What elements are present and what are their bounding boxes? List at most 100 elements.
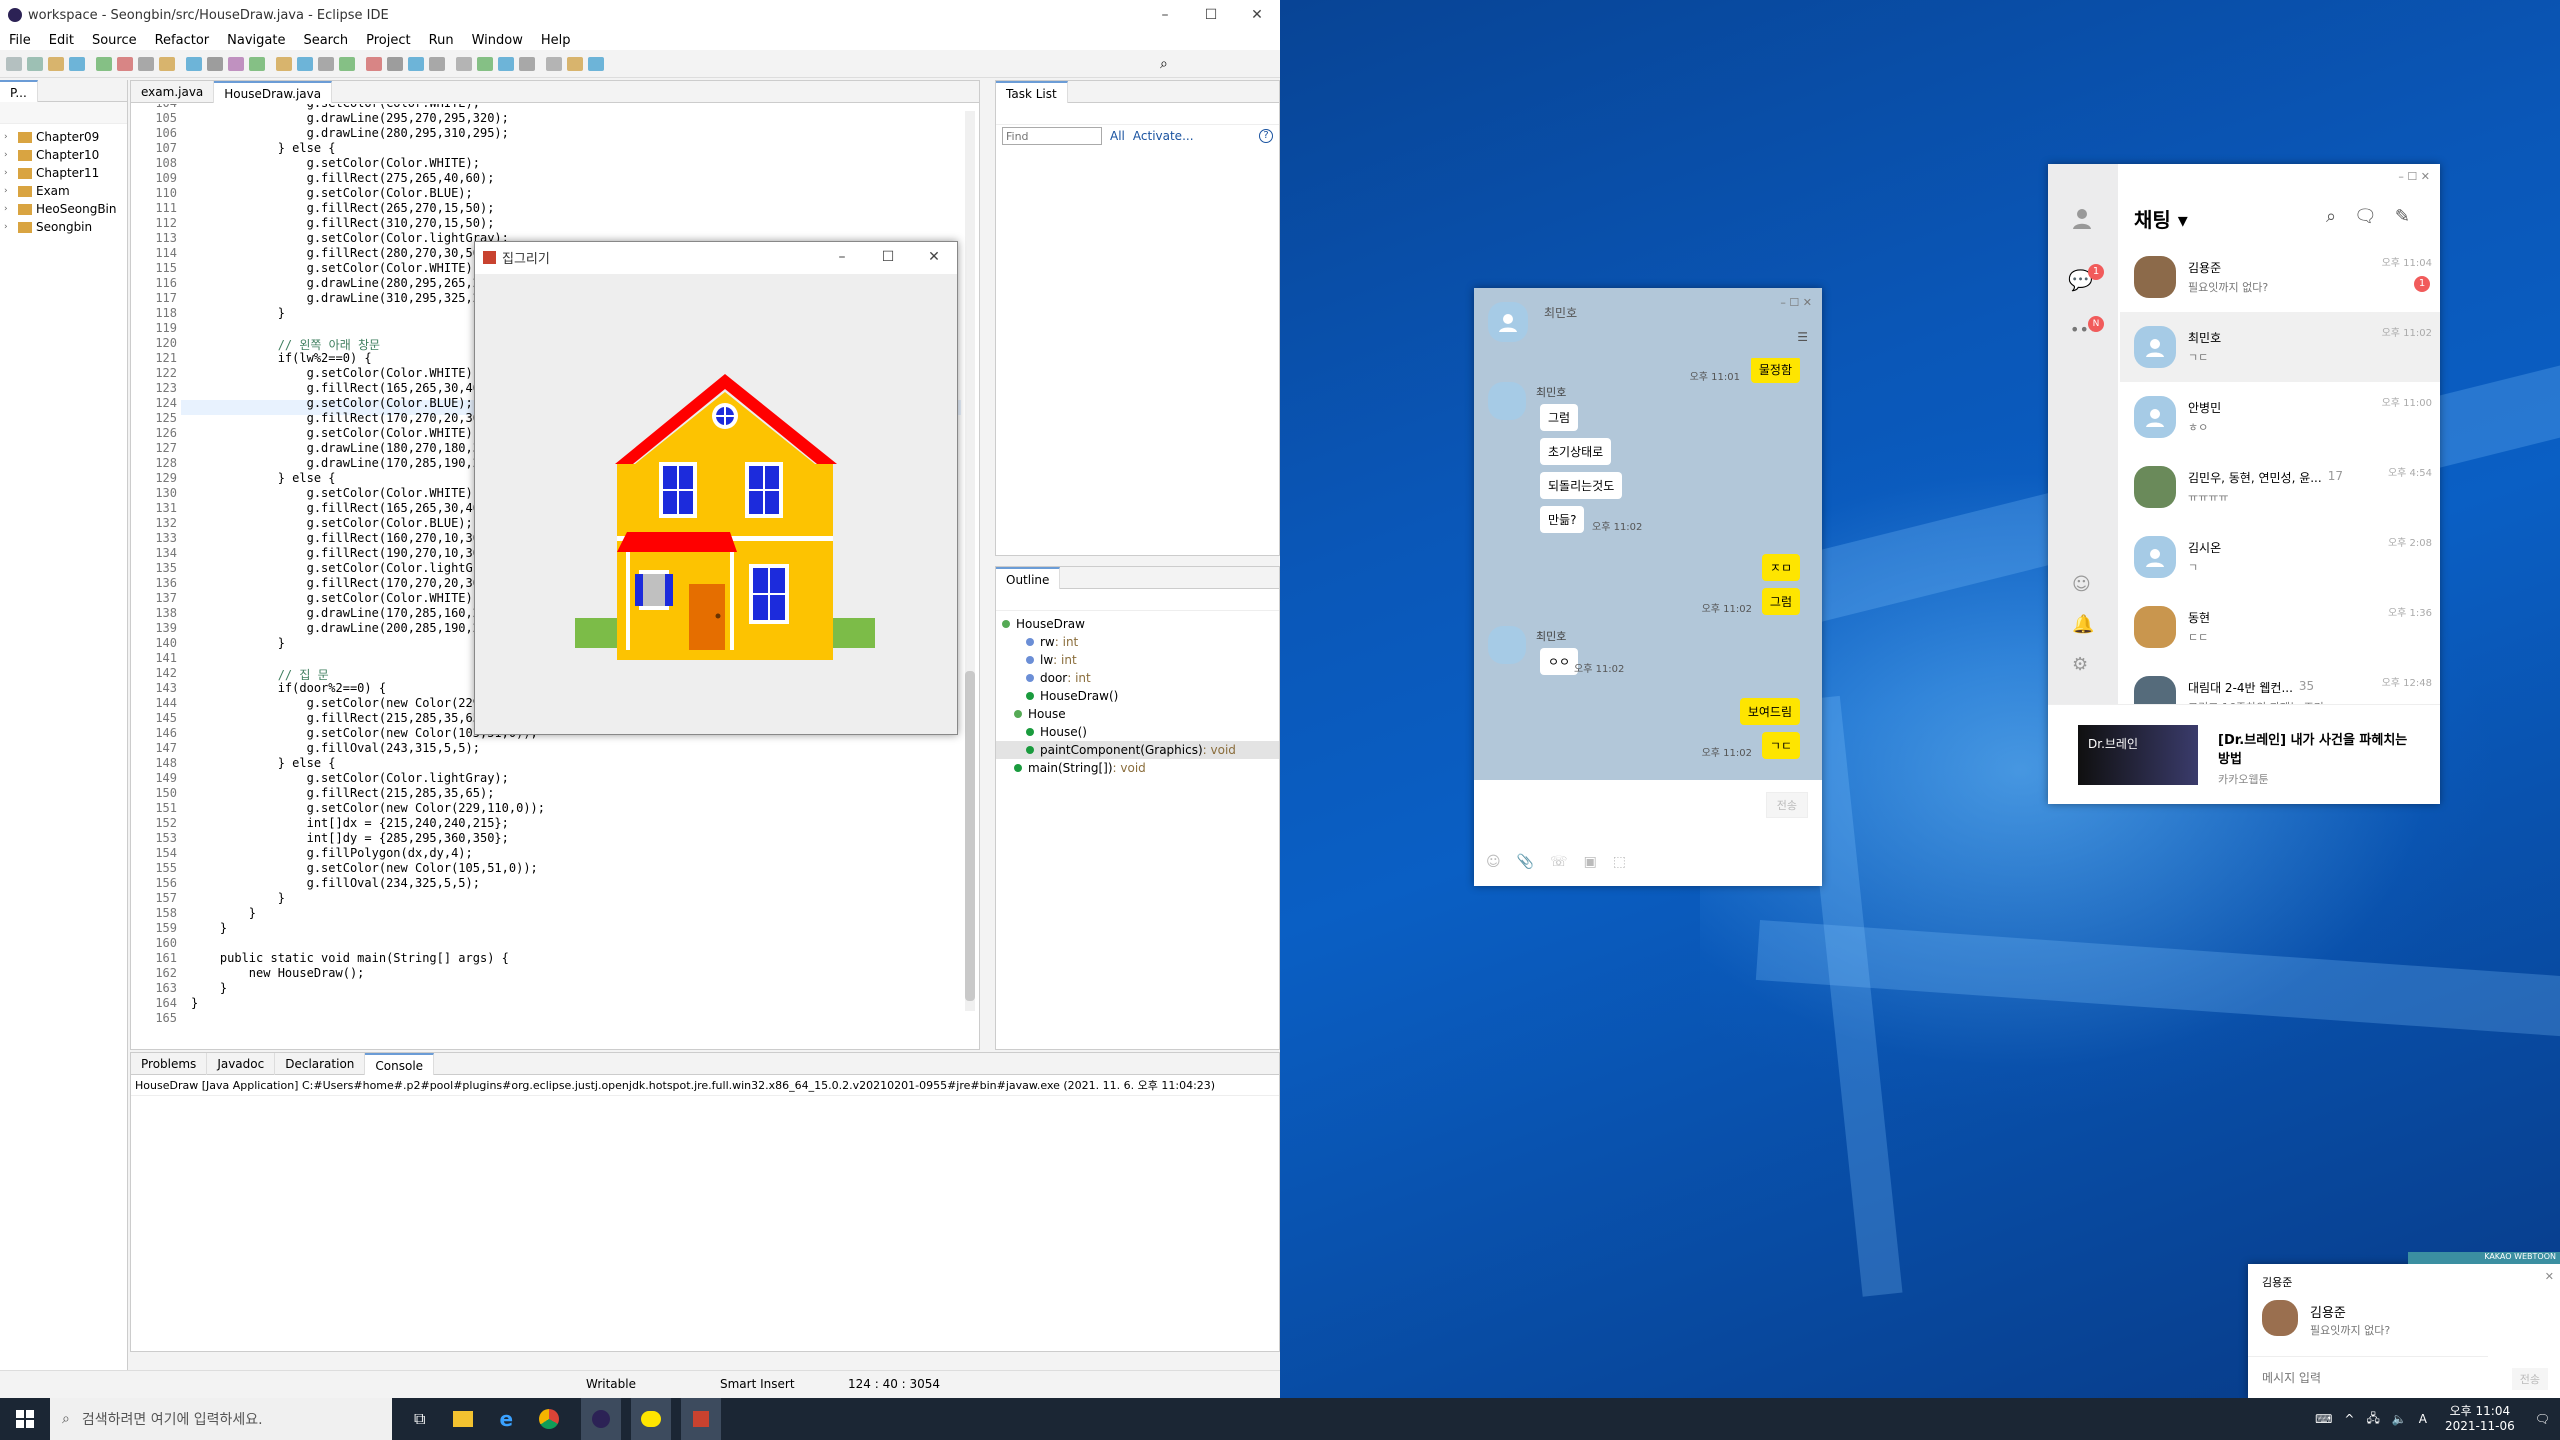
capture-icon[interactable]: ⬚ [1613, 854, 1626, 870]
close-button[interactable]: ✕ [1234, 7, 1280, 23]
code-line[interactable]: int[]dx = {215,240,240,215}; [191, 816, 509, 830]
avatar[interactable] [1488, 382, 1526, 420]
chat-list-item[interactable]: 김시온 ㄱ 오후 2:08 [2120, 522, 2440, 592]
send-button[interactable]: 전송 [1765, 792, 1808, 818]
code-line[interactable]: g.setColor(new Color(229,110,0)); [191, 801, 545, 815]
menu-source[interactable]: Source [83, 33, 146, 48]
code-line[interactable]: g.fillRect(215,285,35,65); [191, 711, 495, 725]
toolbar-tool-icon[interactable] [117, 56, 133, 71]
bottom-tab-javadoc[interactable]: Javadoc [207, 1052, 276, 1075]
code-line[interactable]: g.fillOval(243,315,5,5); [191, 741, 480, 755]
toolbar-tool-icon[interactable] [498, 56, 514, 71]
chat-list-item[interactable]: 김용준 필요잇까지 없다? 오후 11:04 1 [2120, 242, 2440, 312]
house-drawing-canvas[interactable] [475, 274, 957, 734]
code-line[interactable]: } [191, 981, 227, 995]
edge-icon[interactable]: e [499, 1407, 513, 1431]
toolbar-tool-icon[interactable] [318, 56, 334, 71]
outline-item[interactable]: lw : int [996, 651, 1279, 669]
editor-tab[interactable]: HouseDraw.java [214, 80, 333, 103]
menu-search[interactable]: Search [294, 33, 357, 48]
menu-help[interactable]: Help [532, 33, 580, 48]
code-line[interactable]: g.setColor(new Color(105,51,0)); [191, 861, 538, 875]
code-line[interactable]: g.fillRect(165,265,30,40); [191, 381, 495, 395]
chat-bubble[interactable]: 보여드림 [1739, 698, 1800, 725]
chat-bubble[interactable]: 그럼 [1761, 588, 1800, 615]
code-line[interactable]: if(lw%2==0) { [191, 351, 372, 365]
chat-bubble[interactable]: 물정함 [1750, 358, 1800, 383]
code-line[interactable]: g.setColor(Color.WHITE); [191, 591, 480, 605]
outline-item[interactable]: House [996, 705, 1279, 723]
new-chat-icon[interactable]: ✎ [2395, 206, 2410, 227]
code-line[interactable]: g.drawLine(280,295,310,295); [191, 126, 509, 140]
open-chat-icon[interactable]: 🗨 [2354, 206, 2377, 227]
code-line[interactable]: g.setColor(Color.WHITE); [191, 104, 480, 110]
code-line[interactable]: } [191, 996, 198, 1010]
toolbar-tool-icon[interactable] [339, 56, 355, 71]
code-line[interactable]: g.setColor(Color.lightGray); [191, 771, 509, 785]
project-item[interactable]: › HeoSeongBin [0, 200, 127, 218]
task-activate-link[interactable]: Activate... [1133, 129, 1194, 143]
editor-tab[interactable]: exam.java [131, 80, 215, 103]
code-line[interactable]: } else { [191, 471, 336, 485]
code-line[interactable]: g.drawLine(180,270,180,300); [191, 441, 509, 455]
minimize-button[interactable]: – [819, 249, 865, 265]
tray-chevron-icon[interactable]: ^ [2344, 1412, 2354, 1426]
code-line[interactable]: g.fillRect(310,270,15,50); [191, 216, 495, 230]
chat-bubble[interactable]: ㅇㅇ [1540, 648, 1579, 675]
toolbar-tool-icon[interactable] [456, 56, 472, 71]
minimize-button[interactable]: – [1142, 7, 1188, 23]
clock[interactable]: 오후 11:04 2021-11-06 [2445, 1404, 2515, 1434]
expand-arrow-icon[interactable]: › [4, 222, 14, 232]
project-item[interactable]: › Chapter10 [0, 146, 127, 164]
expand-arrow-icon[interactable]: › [4, 204, 14, 214]
code-line[interactable]: g.drawLine(170,285,160,285); [191, 606, 509, 620]
expand-arrow-icon[interactable]: › [4, 132, 14, 142]
toolbar-tool-icon[interactable] [408, 56, 424, 71]
code-line[interactable]: g.fillRect(190,270,10,30); [191, 546, 495, 560]
maximize-button[interactable]: ☐ [865, 249, 911, 265]
chat-bubble[interactable]: 그럼 [1540, 404, 1579, 431]
code-line[interactable]: g.drawLine(200,285,190,285); [191, 621, 509, 635]
expand-arrow-icon[interactable]: › [4, 186, 14, 196]
toolbar-tool-icon[interactable] [96, 56, 112, 71]
code-line[interactable]: g.setColor(Color.WHITE); [191, 261, 480, 275]
toolbar-tool-icon[interactable] [429, 56, 445, 71]
eclipse-taskbar-icon[interactable] [581, 1398, 622, 1440]
code-line[interactable]: g.fillOval(234,325,5,5); [191, 876, 480, 890]
toolbar-tool-icon[interactable] [6, 56, 22, 71]
calendar-icon[interactable]: ▣ [1584, 854, 1597, 870]
code-line[interactable]: g.fillRect(160,270,10,30); [191, 531, 495, 545]
chat-bubble[interactable]: 만듦? [1540, 506, 1585, 533]
project-item[interactable]: › Seongbin [0, 218, 127, 236]
outline-item[interactable]: door : int [996, 669, 1279, 687]
search-icon[interactable]: ⌕ [2326, 206, 2336, 227]
code-line[interactable]: g.fillRect(170,270,20,30); [191, 576, 495, 590]
toolbar-tool-icon[interactable] [186, 56, 202, 71]
chat-bubble[interactable]: ㅈㅁ [1761, 554, 1800, 581]
file-explorer-icon[interactable] [453, 1411, 474, 1427]
toolbar-tool-icon[interactable] [207, 56, 223, 71]
chat-bubble[interactable]: 되돌리는것도 [1540, 472, 1623, 499]
taskbar-search[interactable]: ⌕ 검색하려면 여기에 입력하세요. [50, 1398, 392, 1440]
search-icon[interactable]: ⌕ [1160, 56, 1168, 72]
popup-message-input[interactable] [2248, 1356, 2488, 1398]
toolbar-tool-icon[interactable] [567, 56, 583, 71]
menu-file[interactable]: File [0, 33, 40, 48]
toolbar-tool-icon[interactable] [387, 56, 403, 71]
toolbar-tool-icon[interactable] [48, 56, 64, 71]
chat-list-item[interactable]: 최민호 ㄱㄷ 오후 11:02 [2120, 312, 2440, 382]
code-line[interactable]: g.fillRect(170,270,20,30); [191, 411, 495, 425]
java-taskbar-icon[interactable] [681, 1398, 722, 1440]
code-line[interactable]: g.fillRect(265,270,15,50); [191, 201, 495, 215]
maximize-button[interactable]: ☐ [1188, 7, 1234, 23]
outline-item[interactable]: rw : int [996, 633, 1279, 651]
call-icon[interactable]: ☏ [1550, 854, 1568, 870]
outline-item[interactable]: House() [996, 723, 1279, 741]
chat-menu-icon[interactable]: ☰ [1797, 330, 1808, 344]
toolbar-tool-icon[interactable] [159, 56, 175, 71]
project-item[interactable]: › Exam [0, 182, 127, 200]
toolbar-tool-icon[interactable] [519, 56, 535, 71]
volume-icon[interactable]: 🔈 [2392, 1412, 2407, 1426]
bottom-tab-problems[interactable]: Problems [131, 1052, 208, 1075]
network-icon[interactable]: 🖧 [2366, 1409, 2379, 1430]
